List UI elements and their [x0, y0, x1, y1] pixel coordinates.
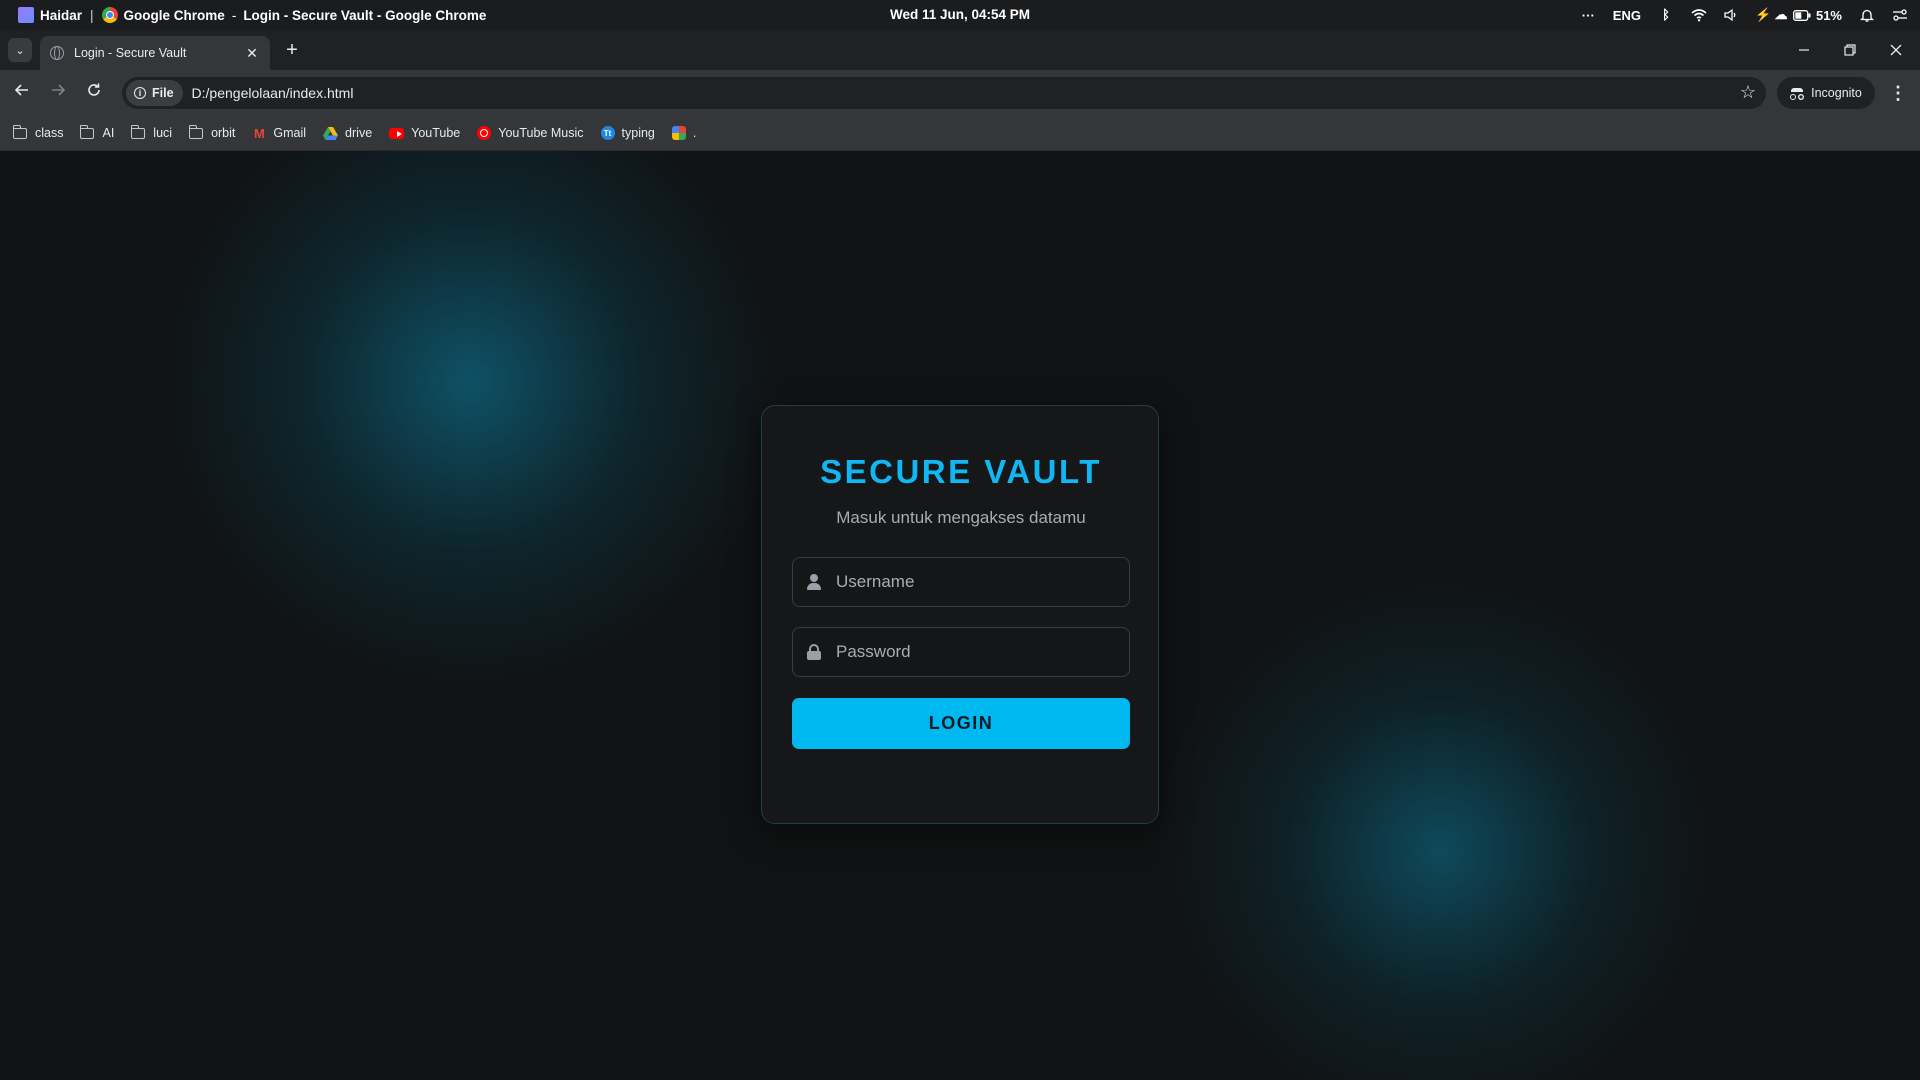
tab-login-secure-vault[interactable]: Login - Secure Vault ✕ — [40, 36, 270, 70]
bookmark-label: Gmail — [273, 126, 307, 140]
username-input[interactable] — [836, 572, 1129, 592]
arrow-right-icon — [52, 84, 66, 96]
minimize-icon — [1799, 49, 1809, 51]
window-title: Login - Secure Vault - Google Chrome — [243, 7, 487, 23]
chevron-down-icon: ⌄ — [15, 44, 25, 57]
folder-icon — [130, 124, 146, 139]
app-icon — [671, 126, 686, 140]
bookmark-label: class — [35, 126, 64, 140]
notification-bell-icon[interactable] — [1859, 8, 1875, 22]
bookmark-folder-luci[interactable]: luci — [130, 124, 173, 140]
close-tab-icon[interactable]: ✕ — [244, 45, 260, 62]
login-card: SECURE VAULT Masuk untuk mengakses datam… — [761, 405, 1159, 824]
system-taskbar: Haidar | Google Chrome - Login - Secure … — [0, 0, 1920, 30]
browser-toolbar: i File D:/pengelolaan/index.html ☆ Incog… — [0, 70, 1920, 116]
app-name: Google Chrome — [123, 7, 225, 23]
tab-title: Login - Secure Vault — [74, 46, 187, 60]
bookmark-folder-orbit[interactable]: orbit — [188, 124, 236, 140]
user-icon — [806, 574, 822, 590]
close-window-button[interactable] — [1873, 30, 1919, 70]
drive-icon — [323, 126, 339, 140]
url-text[interactable]: D:/pengelolaan/index.html — [192, 85, 354, 101]
forward-button[interactable] — [46, 81, 70, 105]
bookmark-typing[interactable]: Tt typing — [600, 126, 655, 140]
workspace-icon — [18, 7, 34, 23]
password-field[interactable] — [792, 627, 1130, 677]
weather-icon: ☁ — [1774, 7, 1788, 22]
bookmark-label: luci — [153, 126, 173, 140]
bookmark-star-icon[interactable]: ☆ — [1740, 82, 1756, 103]
system-tray: ··· ENG ᛒ ⚡ ☁ 51% — [1582, 0, 1907, 30]
quick-settings-icon[interactable] — [1892, 8, 1907, 22]
reload-icon — [88, 83, 100, 96]
username-field[interactable] — [792, 557, 1130, 607]
wifi-icon[interactable] — [1691, 8, 1707, 22]
incognito-icon — [1790, 88, 1804, 100]
login-title: SECURE VAULT — [820, 453, 1102, 490]
page-viewport: SECURE VAULT Masuk untuk mengakses datam… — [0, 151, 1920, 1080]
bookmark-label: typing — [621, 126, 655, 140]
folder-icon — [188, 124, 204, 139]
new-tab-button[interactable]: + — [282, 40, 302, 60]
bookmark-youtube-music[interactable]: YouTube Music — [477, 126, 584, 140]
bookmark-label: drive — [345, 126, 373, 140]
minimize-button[interactable] — [1781, 30, 1827, 70]
volume-icon[interactable] — [1723, 8, 1737, 22]
folder-icon — [12, 124, 27, 139]
bluetooth-icon[interactable]: ᛒ — [1659, 8, 1673, 22]
bookmark-app[interactable]: . — [671, 126, 697, 140]
restore-button[interactable] — [1827, 30, 1873, 70]
dash: - — [231, 7, 237, 23]
user-name: Haidar — [40, 7, 83, 23]
tab-strip: ⌄ Login - Secure Vault ✕ + — [0, 30, 1920, 70]
info-icon: i — [134, 87, 146, 99]
battery-percentage: 51% — [1815, 7, 1842, 23]
bookmark-folder-class[interactable]: class — [12, 124, 64, 140]
tab-search-button[interactable]: ⌄ — [8, 38, 32, 62]
language-indicator[interactable]: ENG — [1613, 8, 1641, 23]
chrome-menu-button[interactable]: ⋮ — [1888, 81, 1908, 105]
title-separator: | — [90, 7, 94, 23]
site-info-chip[interactable]: i File — [126, 80, 183, 106]
bookmark-gmail[interactable]: M Gmail — [252, 125, 307, 141]
login-subtitle: Masuk untuk mengakses datamu — [836, 508, 1086, 527]
reload-button[interactable] — [82, 81, 106, 105]
address-bar[interactable]: i File D:/pengelolaan/index.html ☆ — [122, 77, 1766, 109]
typing-icon: Tt — [600, 126, 615, 140]
incognito-label: Incognito — [1811, 86, 1862, 100]
bookmark-label: orbit — [211, 126, 236, 140]
bookmark-youtube[interactable]: YouTube — [389, 126, 460, 140]
close-icon — [1890, 44, 1902, 56]
bookmark-drive[interactable]: drive — [323, 126, 372, 140]
back-button[interactable] — [10, 81, 34, 105]
lock-icon — [806, 644, 822, 660]
gmail-icon: M — [253, 125, 265, 141]
charging-icon: ⚡ — [1754, 7, 1772, 22]
battery-icon — [1793, 9, 1811, 21]
bookmark-label: YouTube — [411, 126, 461, 140]
login-button[interactable]: LOGIN — [792, 698, 1130, 749]
bookmark-label: YouTube Music — [498, 126, 584, 140]
battery-indicator[interactable]: ⚡ ☁ 51% — [1755, 8, 1842, 23]
bookmark-label: AI — [102, 126, 115, 140]
youtube-icon — [389, 127, 405, 139]
arrow-left-icon — [14, 84, 28, 96]
chrome-icon — [101, 7, 118, 23]
incognito-indicator[interactable]: Incognito — [1777, 77, 1875, 109]
youtube-music-icon — [477, 126, 492, 140]
site-chip-label: File — [152, 86, 174, 100]
bookmarks-bar: class AI luci orbit M Gmail drive YouTub… — [0, 116, 1920, 151]
globe-icon — [50, 46, 64, 60]
taskbar-window-info[interactable]: Haidar | Google Chrome - Login - Secure … — [18, 0, 486, 30]
bookmark-label: . — [692, 126, 697, 140]
folder-icon — [80, 124, 95, 139]
bookmark-folder-ai[interactable]: AI — [80, 124, 115, 140]
restore-icon — [1844, 44, 1856, 56]
password-input[interactable] — [836, 642, 1129, 662]
tray-overflow-button[interactable]: ··· — [1582, 8, 1595, 23]
